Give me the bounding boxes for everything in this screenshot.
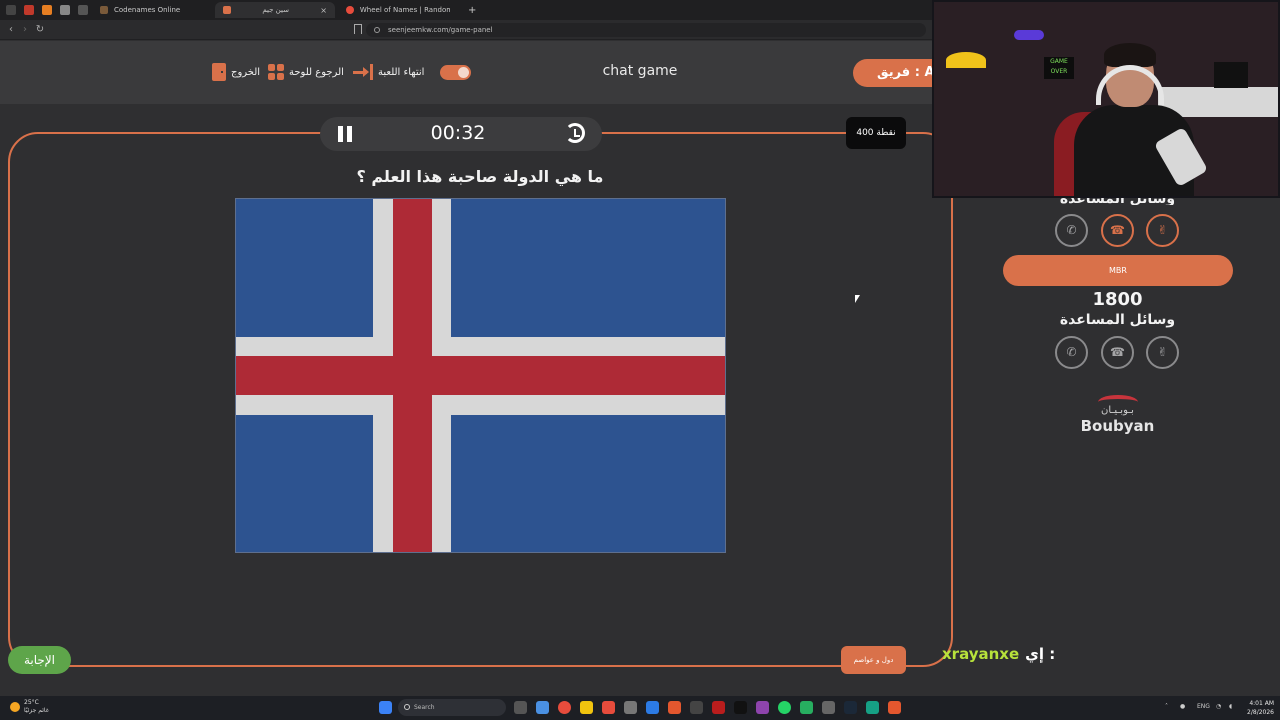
reset-timer-icon[interactable] [565, 123, 585, 143]
search-icon [404, 704, 410, 710]
question-text: ما هي الدولة صاحبة هذا العلم ؟ [356, 167, 604, 186]
app-icon[interactable] [646, 701, 659, 714]
help-tools-label: وسائل المساعدة [1059, 312, 1176, 328]
reload-icon[interactable]: ↻ [33, 23, 47, 37]
language-indicator[interactable]: ENG [1197, 703, 1210, 710]
xbox-icon[interactable] [800, 701, 813, 714]
question-points-badge: 400 نقطة [846, 117, 906, 149]
whatsapp-icon[interactable] [778, 701, 791, 714]
show-answer-button[interactable]: الإجابة [8, 646, 71, 674]
windows-taskbar: 25°C غائم جزئيًا Search ˄ ● ENG ◔ ◖ 4:01… [0, 696, 1280, 720]
flag-image [235, 198, 726, 553]
peace-hand-icon[interactable]: ✌ [1146, 336, 1179, 369]
app-icon[interactable] [536, 701, 549, 714]
start-icon[interactable] [379, 701, 392, 714]
pause-icon[interactable] [337, 126, 353, 142]
window-menu-icon[interactable] [6, 5, 16, 15]
app-icon[interactable] [822, 701, 835, 714]
end-game-arrow-icon [353, 64, 373, 80]
hand-phone-icon[interactable]: ✆ [1055, 214, 1088, 247]
system-clock[interactable]: 4:01 AM 2/8/2026 [1244, 699, 1274, 717]
volume-icon[interactable]: ◖ [1229, 703, 1232, 710]
youtube-icon[interactable] [602, 701, 615, 714]
team-name-bar: MBR [1003, 255, 1233, 286]
brave-icon[interactable] [668, 701, 681, 714]
weather-widget[interactable]: 25°C غائم جزئيًا [10, 699, 49, 715]
game-header: الخروج الرجوع للوحة انتهاء اللعبة chat g… [0, 41, 963, 104]
bookmark-icon[interactable] [354, 24, 362, 34]
wifi-icon[interactable]: ◔ [1216, 703, 1221, 710]
close-tab-icon[interactable]: × [320, 6, 327, 15]
chat-text: إي : [1025, 645, 1056, 663]
app-icon[interactable] [866, 701, 879, 714]
tab-favicon-icon [100, 6, 108, 14]
tab-seenjeem[interactable]: سين جيم × [215, 2, 335, 18]
sponsor-logo: بـوبـيـان Boubyan [1070, 395, 1165, 441]
peace-hand-icon[interactable]: ✌ [1146, 214, 1179, 247]
hand-phone-icon[interactable]: ✆ [1055, 336, 1088, 369]
door-exit-icon [212, 63, 226, 81]
task-view-icon[interactable] [514, 701, 527, 714]
taskbar-search[interactable]: Search [398, 699, 506, 716]
pinned-tab-icon[interactable] [42, 5, 52, 15]
site-info-icon[interactable] [374, 27, 380, 33]
url-field[interactable]: seenjeemkw.com/game-panel [366, 23, 926, 37]
webcam-overlay: GAME OVER [932, 0, 1280, 198]
chat-username: xrayanxe [942, 645, 1020, 663]
steam-icon[interactable] [844, 701, 857, 714]
forward-icon[interactable]: › [18, 23, 32, 37]
back-icon[interactable]: ‹ [4, 23, 18, 37]
tab-favicon-icon [223, 6, 231, 14]
end-game-button[interactable]: انتهاء اللعبة [353, 63, 424, 81]
exit-button[interactable]: الخروج [212, 63, 260, 81]
tray-expand-icon[interactable]: ˄ [1165, 703, 1168, 710]
settings-toggle[interactable] [440, 65, 471, 80]
app-icon[interactable] [690, 701, 703, 714]
tab-codenames[interactable]: Codenames Online [92, 2, 212, 18]
phone-icon[interactable]: ☎ [1101, 214, 1134, 247]
pinned-tab-icon[interactable] [24, 5, 34, 15]
pinned-tab-icon[interactable] [60, 5, 70, 15]
mouse-cursor-icon [855, 295, 860, 303]
phone-icon[interactable]: ☎ [1101, 336, 1134, 369]
tab-favicon-icon [346, 6, 354, 14]
flag-red-horizontal [236, 356, 725, 395]
back-to-board-button[interactable]: الرجوع للوحة [268, 63, 344, 81]
app-icon[interactable] [624, 701, 637, 714]
page-title: chat game [602, 63, 678, 79]
countdown-timer: 00:32 [430, 122, 486, 144]
app-icon[interactable] [888, 701, 901, 714]
chat-message: xrayanxe إي : [942, 645, 1055, 663]
weather-icon [10, 702, 20, 712]
pinned-tab-icon[interactable] [78, 5, 88, 15]
lamp-icon [946, 52, 986, 68]
mic-tray-icon[interactable]: ● [1180, 703, 1185, 710]
app-icon[interactable] [756, 701, 769, 714]
category-button[interactable]: دول و عواصم [841, 646, 906, 674]
app-icon[interactable] [712, 701, 725, 714]
tab-wheel-of-names[interactable]: Wheel of Names | Random name pic [338, 2, 458, 18]
app-icon[interactable] [558, 701, 571, 714]
new-tab-button[interactable]: + [460, 2, 478, 18]
grid-icon [268, 64, 284, 80]
team-score: 1800 [1092, 289, 1143, 310]
game-over-sticker: GAME OVER [1044, 57, 1074, 79]
timer-bar: 00:32 [320, 117, 602, 151]
file-explorer-icon[interactable] [580, 701, 593, 714]
app-icon[interactable] [734, 701, 747, 714]
